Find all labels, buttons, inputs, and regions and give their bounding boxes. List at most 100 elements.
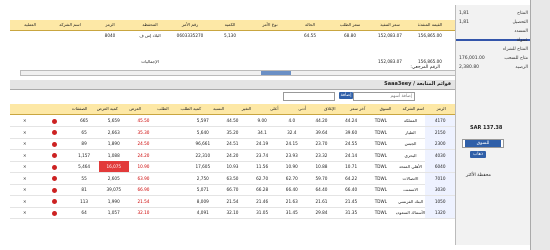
watchlist-cell: 21.63 [285, 198, 298, 204]
watchlist-cell: 2,750 [196, 175, 209, 181]
orders-header: الكمية المنفذةالكمية المتبقيةالقيمة المن… [10, 20, 530, 31]
scroll-thumb[interactable] [261, 71, 291, 75]
watchlist-cell [158, 207, 188, 218]
watchlist-cell: 35.30 [137, 129, 150, 135]
watchlist-cell: 65 [81, 129, 87, 135]
alert-dot[interactable] [51, 118, 57, 124]
watchlist-cell: 3030 [425, 184, 455, 195]
watchlist-header-cell: السوق [379, 106, 392, 111]
watchlist-title: قوائم المتابعة / Saaa3eey [384, 81, 451, 87]
order-row[interactable]: 2.333,261.93156,865.00152,083.0768.8064.… [10, 31, 530, 40]
account-field-label: المتاح [517, 11, 528, 16]
watchlist-cell: 24.15 [285, 141, 298, 146]
watchlist-select[interactable] [283, 92, 335, 101]
watchlist-cell: 31.05 [256, 210, 269, 215]
watchlist-row[interactable]: 2300 الجبس TDWL 24.55 23.70 24.15 24.19 24.51 96… [10, 138, 455, 150]
watchlist-cell: 66.90 [137, 187, 150, 192]
watchlist-cell: 62.70 [285, 175, 298, 181]
watchlist-cell: 113 [80, 198, 89, 204]
account-field-label: التحصيل [512, 20, 528, 25]
market-select[interactable]: للسوق [462, 139, 504, 148]
watchlist-cell: الاتصالات [402, 175, 419, 181]
watchlist-cell: 23.70 [315, 141, 328, 146]
account-field-label: متاح للسحب [504, 56, 528, 61]
orders-total-cell: 152,083.07 [378, 59, 402, 64]
watchlist-cell: 1,088 [107, 152, 120, 158]
alert-dot[interactable] [51, 141, 57, 147]
orders-header-cell: رقم الأمر [181, 22, 199, 27]
watchlist-cell: 45.50 [137, 118, 150, 123]
alert-dot[interactable] [51, 153, 57, 158]
watchlist-cell: 96,661 [195, 141, 211, 146]
order-cell: البلاد إس ف [139, 33, 161, 38]
watchlist-cell: 24.19 [256, 141, 269, 146]
remove-icon[interactable]: ✕ [10, 115, 40, 126]
alert-dot[interactable] [51, 164, 57, 170]
side-scrollbar[interactable] [530, 0, 550, 250]
watchlist-cell: 44.50 [226, 118, 239, 123]
watchlist-row[interactable]: 1320 الأسماك السعودية TDWL 31.35 29.84 31.45 3… [10, 207, 455, 219]
watchlist-cell: 44.20 [315, 118, 328, 123]
watchlist-cell: TDWL [374, 118, 387, 123]
watchlist-cell: 63.90 [137, 175, 150, 181]
account-field-label: الرصيد [515, 65, 528, 70]
watchlist-cell: 5,597 [196, 118, 209, 123]
watchlist-row[interactable]: 3030 الاسمنت TDWL 66.40 64.40 66.40 66.28 66.70… [10, 184, 455, 196]
watchlist-header: الرمز اسم الشركة السوق آخر سعر الإغلاق أدنى أع… [10, 104, 455, 115]
alert-icon [40, 150, 70, 161]
watchlist-cell: TDWL [374, 198, 387, 204]
alert-dot[interactable] [51, 199, 57, 204]
watchlist-row[interactable]: 2150 الطيار TDWL 39.60 39.64 32.4 34.1 35.20 5,6… [10, 126, 455, 139]
alert-dot[interactable] [51, 130, 57, 135]
watchlist-cell: 39.64 [315, 129, 328, 135]
watchlist-cell: 62.70 [256, 175, 269, 181]
watchlist-cell [158, 115, 188, 126]
order-cell: 152,083.07 [378, 33, 402, 38]
watchlist-cell: 5,659 [107, 118, 120, 123]
market-select-value: للسوق [465, 140, 501, 147]
watchlist-header-cell [10, 104, 38, 114]
remove-icon[interactable]: ✕ [10, 150, 40, 161]
go-button[interactable]: ذهاب [470, 151, 486, 158]
order-cell: 8040 [104, 33, 116, 38]
trading-window: الكمية المنفذةالكمية المتبقيةالقيمة المن… [0, 0, 531, 250]
orders-total-cell [170, 57, 210, 66]
watchlist-cell: 22,310 [195, 152, 211, 158]
remove-icon[interactable]: ✕ [10, 207, 40, 218]
account-field-value: 2,380.80 [459, 65, 480, 70]
add-stock-input[interactable]: إضافة أسهم [353, 92, 415, 101]
add-stock-button[interactable]: إضافة [339, 92, 353, 99]
watchlist-cell: 4,091 [196, 210, 209, 215]
alert-icon [40, 161, 70, 172]
remove-icon[interactable]: ✕ [10, 196, 40, 207]
watchlist-cell: المملكة [403, 118, 418, 123]
watchlist-cell: 66.40 [285, 187, 298, 192]
orders-scrollbar[interactable] [20, 70, 522, 76]
watchlist-cell: TDWL [374, 187, 387, 192]
remove-icon[interactable]: ✕ [10, 161, 40, 172]
watchlist-cell: 64.22 [345, 175, 358, 181]
remove-icon[interactable]: ✕ [10, 127, 40, 138]
account-field-value: 1,81 [459, 11, 470, 16]
watchlist-cell: 31.45 [285, 210, 298, 215]
alert-dot[interactable] [51, 210, 57, 216]
watchlist-cell: 10.90 [137, 164, 150, 169]
watchlist-cell: 9.00 [257, 118, 267, 123]
remove-icon[interactable]: ✕ [10, 138, 40, 149]
watchlist-cell: 59.70 [315, 175, 328, 181]
watchlist-header-cell [38, 104, 66, 114]
watchlist-row[interactable]: 1050 البنك الفرنسي TDWL 21.45 21.61 21.63 21.4… [10, 195, 455, 208]
watchlist-row[interactable]: 6040 الأهلي المتحد TDWL 10.71 10.88 10.90 11.5… [10, 161, 455, 173]
watchlist-cell: الأهلي المتحد [398, 164, 422, 169]
watchlist-row[interactable]: 4170 المملكة TDWL 44.24 44.20 4.0 9.00 44.50 5,5… [10, 115, 455, 127]
watchlist-cell: 32.10 [226, 210, 239, 215]
alert-dot[interactable] [51, 187, 57, 193]
remove-icon[interactable]: ✕ [10, 184, 40, 195]
watchlist-row[interactable]: 4030 البحري TDWL 24.14 23.32 23.93 23.74 24.20 2… [10, 149, 455, 162]
watchlist-row[interactable]: 7010 الاتصالات TDWL 64.22 59.70 62.70 62.70 63.… [10, 172, 455, 185]
alert-dot[interactable] [51, 176, 57, 181]
watchlist-cell: 81 [81, 187, 87, 192]
orders-header-cell: العملية [24, 22, 36, 27]
watchlist-cell: 5,464 [78, 164, 91, 169]
remove-icon[interactable]: ✕ [10, 173, 40, 184]
